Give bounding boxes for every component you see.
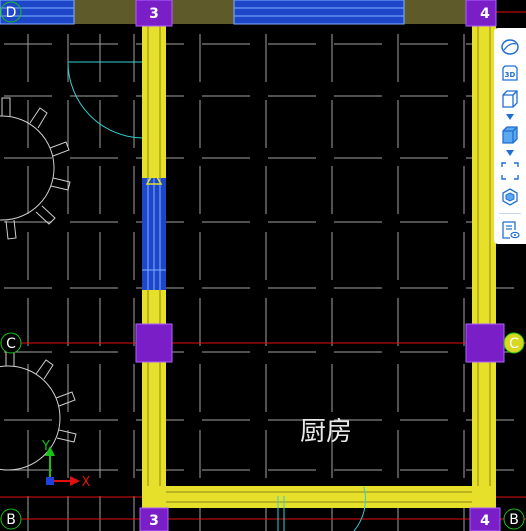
door-swing-arcs xyxy=(67,61,366,531)
column-label-3-top: 3 xyxy=(149,6,159,22)
column-label-4-bottom: 4 xyxy=(480,513,490,529)
bottom-wall xyxy=(142,486,496,531)
3d-view-button[interactable]: 3D xyxy=(497,60,523,86)
axis-bubble-b-left: B xyxy=(0,508,22,530)
cube-hex-button[interactable] xyxy=(497,184,523,210)
view-toolbar: 3D xyxy=(494,28,526,244)
svg-text:B: B xyxy=(6,512,16,528)
ellipse-view-button[interactable] xyxy=(497,34,523,60)
svg-text:3D: 3D xyxy=(505,71,516,79)
svg-text:C: C xyxy=(509,336,519,352)
column-4-c xyxy=(465,323,505,363)
structural-columns xyxy=(135,0,505,531)
cad-drawing-canvas[interactable]: 3 4 3 4 D C C B B 厨房 Y X xyxy=(0,0,526,531)
column-3-c xyxy=(135,323,173,363)
axis-lines xyxy=(0,11,526,520)
top-wall xyxy=(0,0,470,25)
view-dropdown-arrow-1[interactable] xyxy=(497,112,523,122)
svg-text:D: D xyxy=(6,5,17,21)
document-view-button[interactable] xyxy=(497,217,523,243)
floor-grid xyxy=(4,34,514,531)
right-wall xyxy=(472,24,496,512)
equipment-outline-upper xyxy=(0,97,71,240)
ucs-axis-icon: Y X xyxy=(41,439,91,490)
cube-hex-icon xyxy=(502,188,518,206)
room-label[interactable]: 厨房 xyxy=(300,417,352,447)
left-wall xyxy=(142,24,166,512)
svg-text:C: C xyxy=(6,336,16,352)
axis-bubble-c-right: C xyxy=(503,332,525,354)
chevron-down-icon xyxy=(506,150,514,156)
chevron-down-icon xyxy=(506,114,514,120)
equipment-outline-lower xyxy=(0,347,77,471)
view-dropdown-arrow-2[interactable] xyxy=(497,148,523,158)
fullscreen-frame-icon xyxy=(501,162,519,180)
toolbar-divider xyxy=(499,213,521,214)
ucs-y-label: Y xyxy=(41,439,50,454)
cube-outline-icon xyxy=(502,90,518,108)
fullscreen-frame-button[interactable] xyxy=(497,158,523,184)
ucs-x-label: X xyxy=(82,475,91,490)
cube-filled-icon xyxy=(502,126,518,144)
ellipse-view-icon xyxy=(501,39,519,55)
axis-bubble-b-right: B xyxy=(503,508,525,530)
column-label-4-top: 4 xyxy=(480,6,490,22)
axis-bubble-c-left: C xyxy=(0,332,22,354)
document-eye-icon xyxy=(502,221,520,239)
cube-outline-button[interactable] xyxy=(497,86,523,112)
svg-text:B: B xyxy=(509,512,519,528)
3d-view-icon: 3D xyxy=(502,65,518,81)
column-label-3-bottom: 3 xyxy=(149,513,159,529)
cube-filled-button[interactable] xyxy=(497,122,523,148)
